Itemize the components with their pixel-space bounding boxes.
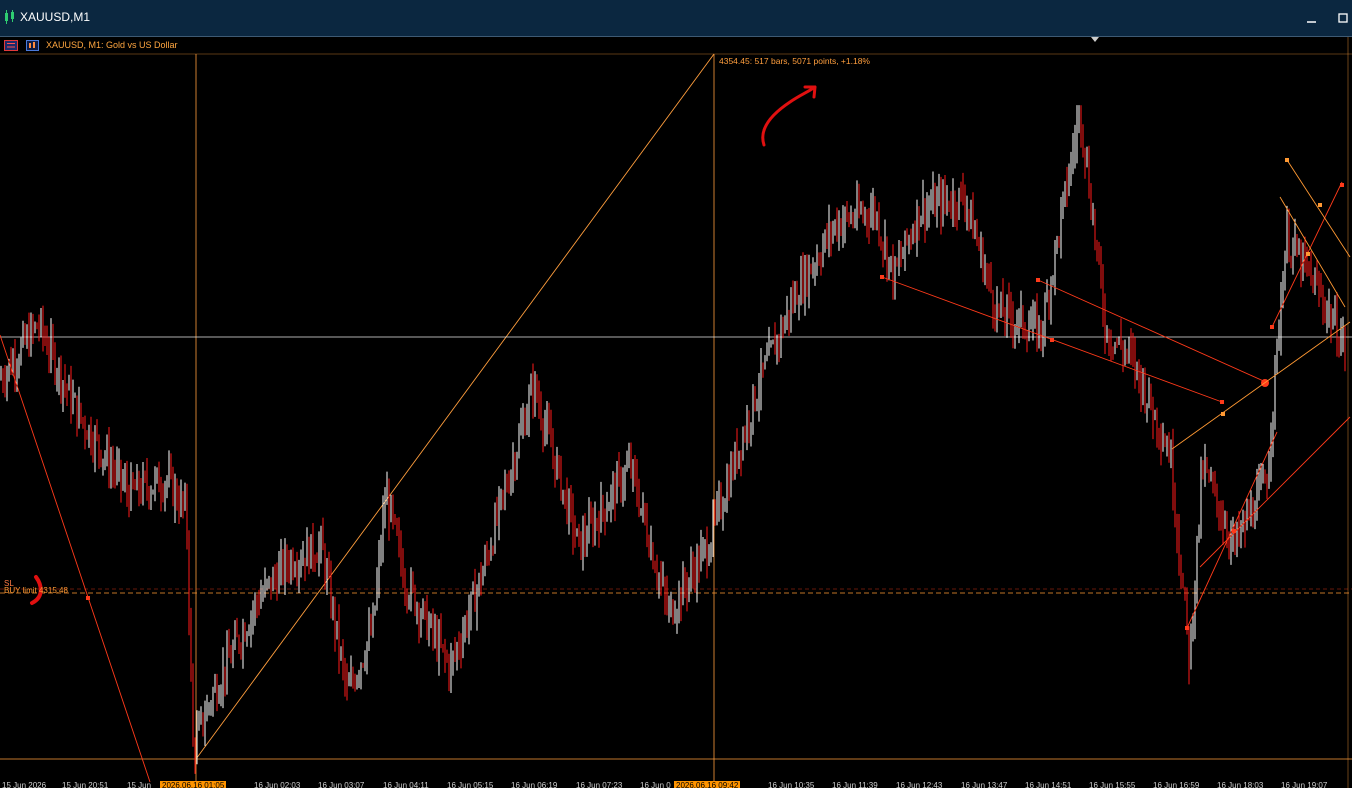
- chart-header: XAUUSD, M1: Gold vs US Dollar: [0, 37, 720, 53]
- time-axis-label: 16 Jun 10:35: [768, 781, 815, 788]
- channel-lower-line: [1199, 416, 1351, 568]
- minimize-button[interactable]: [1304, 10, 1320, 26]
- window-title: XAUUSD,M1: [20, 10, 91, 24]
- trendline-anchor: [1050, 338, 1054, 342]
- fork-anchor: [1318, 203, 1322, 207]
- price-chart[interactable]: [0, 37, 1352, 788]
- time-axis-label: 2026.06.16 09:42: [674, 781, 741, 788]
- time-axis-label: 15 Jun: [127, 781, 152, 788]
- time-axis-label: 16 Jun 18:03: [1217, 781, 1264, 788]
- time-axis-label: 16 Jun 12:43: [896, 781, 943, 788]
- window-title-bar[interactable]: XAUUSD,M1: [0, 0, 1352, 37]
- maximize-icon: [1338, 13, 1348, 23]
- pending-order-label[interactable]: BUY limit 4315.48: [4, 586, 68, 595]
- candles: [0, 105, 1346, 774]
- time-axis-label: 16 Jun 05:15: [447, 781, 494, 788]
- minimize-icon: [1307, 21, 1316, 23]
- time-axis-label: 15 Jun 20:51: [62, 781, 109, 788]
- chart-properties-icon[interactable]: [26, 40, 39, 51]
- trendline-anchor: [1340, 183, 1344, 187]
- time-axis-label: 2026.06.16 01:05: [160, 781, 227, 788]
- chart-symbol-description: XAUUSD, M1: Gold vs US Dollar: [46, 40, 178, 50]
- maximize-button[interactable]: [1335, 10, 1351, 26]
- time-axis-label: 15 Jun 2026: [2, 781, 47, 788]
- time-axis-label: 16 Jun 11:39: [832, 781, 878, 788]
- time-axis-label: 16 Jun 03:07: [318, 781, 365, 788]
- fork-anchor: [1285, 158, 1289, 162]
- trendline-channel-b: [1037, 279, 1269, 384]
- time-axis-label: 16 Jun 13:47: [961, 781, 1008, 788]
- chart-window: XAUUSD,M1 XAUUSD, M1: Gold vs US Dollar …: [0, 0, 1352, 788]
- time-axis-label: 16 Jun 02:03: [254, 781, 301, 788]
- time-axis-label: 16 Jun 14:51: [1025, 781, 1072, 788]
- trendline-left-down: [0, 334, 151, 783]
- hand-drawn-up-arrow: [761, 85, 817, 147]
- trendline-anchor: [86, 596, 90, 600]
- measure-tooltip: 4354.45: 517 bars, 5071 points, +1.18%: [719, 56, 870, 66]
- time-axis-label: 16 Jun 04:11: [383, 781, 429, 788]
- time-axis-label: 16 Jun 07:23: [576, 781, 623, 788]
- time-axis-label: 16 Jun 0: [640, 781, 671, 788]
- fork-anchor: [1306, 252, 1310, 256]
- time-axis-label: 16 Jun 16:59: [1153, 781, 1200, 788]
- trendline-anchor: [1185, 626, 1189, 630]
- top-marker-icon: [1091, 37, 1099, 42]
- trendline-anchor: [1036, 278, 1040, 282]
- time-axis-label: 16 Jun 06:19: [511, 781, 558, 788]
- time-axis-label: 16 Jun 15:55: [1089, 781, 1136, 788]
- trendline-anchor: [1220, 400, 1224, 404]
- one-click-trading-icon[interactable]: [4, 40, 18, 51]
- trendline-anchor: [1270, 325, 1274, 329]
- time-axis-label: 16 Jun 19:07: [1281, 781, 1328, 788]
- channel-anchor: [1221, 412, 1225, 416]
- candlestick-icon: [5, 10, 14, 24]
- channel-upper-line: [1171, 321, 1351, 450]
- trendline-anchor: [880, 275, 884, 279]
- trendline-fork-a: [1286, 159, 1351, 258]
